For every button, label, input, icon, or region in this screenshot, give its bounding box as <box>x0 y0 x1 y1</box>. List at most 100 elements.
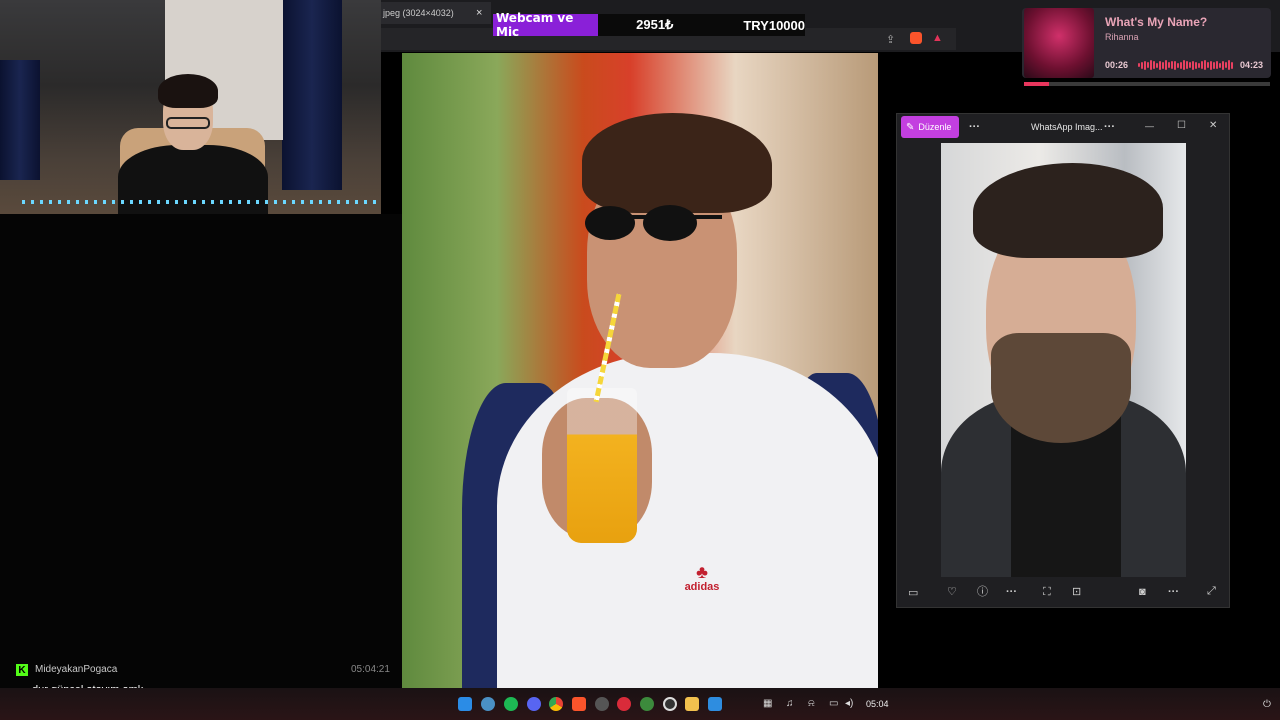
adidas-logo: ♣ adidas <box>684 562 720 593</box>
goal-current-amount: 2951₺ <box>636 17 674 32</box>
waveform-bar <box>1198 62 1200 68</box>
volume-icon[interactable]: ◂) <box>845 698 853 709</box>
spotify-icon[interactable] <box>504 697 518 711</box>
juice-glass <box>567 388 637 543</box>
expand-icon[interactable]: ⤢ <box>1207 586 1216 597</box>
waveform-bar <box>1165 60 1167 70</box>
more-icon[interactable]: ··· <box>1168 587 1179 598</box>
window-title: WhatsApp Imag... <box>1031 122 1103 132</box>
track-title: What's My Name? <box>1105 15 1208 29</box>
chrome-icon[interactable] <box>549 697 563 711</box>
waveform-bar <box>1210 60 1212 70</box>
brave-shield-icon[interactable] <box>910 32 922 44</box>
chat-username: MideyakanPogaca <box>35 664 118 675</box>
waveform-bar <box>1156 62 1158 68</box>
waveform-bar <box>1159 60 1161 70</box>
waveform-bar <box>1150 60 1152 70</box>
kick-icon: K <box>16 664 28 676</box>
photos-icon[interactable] <box>708 697 722 711</box>
chat-message: K MideyakanPogaca 05:04:21 dur güncel at… <box>0 656 402 696</box>
audio-waveform <box>1138 60 1234 70</box>
waveform-bar <box>1183 60 1185 70</box>
main-photo: ♣ adidas <box>402 53 878 689</box>
waveform-bar <box>1204 60 1206 70</box>
minimize-button[interactable]: — <box>1145 121 1154 131</box>
beard <box>991 333 1131 443</box>
tab-title: jpeg (3024×4032) <box>383 8 454 18</box>
track-duration: 04:23 <box>1240 60 1264 70</box>
waveform-bar <box>1162 61 1164 69</box>
maximize-button[interactable]: ☐ <box>1177 120 1186 131</box>
goal-label: Webcam ve Mic <box>493 11 599 39</box>
donation-goal-bar: Webcam ve Mic 2951₺ TRY10000 <box>493 11 805 39</box>
power-icon[interactable]: ⏻ <box>1263 699 1271 710</box>
album-art <box>1024 8 1094 78</box>
webcam-feed <box>0 0 381 214</box>
xbox-icon[interactable] <box>640 697 654 711</box>
close-button[interactable]: ✕ <box>1209 120 1217 131</box>
camera-icon[interactable]: ◙ <box>1139 587 1146 598</box>
track-progress-bar[interactable] <box>1024 82 1270 86</box>
waveform-bar <box>1189 62 1191 68</box>
waveform-bar <box>1180 61 1182 69</box>
more-icon[interactable]: ··· <box>1006 587 1017 598</box>
heart-icon[interactable]: ♡ <box>947 587 957 598</box>
discord-icon[interactable] <box>527 697 541 711</box>
waveform-bar <box>1174 60 1176 70</box>
browser-tab[interactable]: jpeg (3024×4032) <box>381 2 491 24</box>
waveform-bar <box>1201 61 1203 69</box>
streamer-hair <box>158 74 218 108</box>
photo-toolbar: ▭ ♡ ⓘ ··· ⛶ ⊡ ◙ ··· ⤢ <box>896 580 1230 606</box>
obs-icon[interactable] <box>663 697 677 711</box>
zoom-icon[interactable]: ⊡ <box>1072 587 1081 598</box>
title-more-button[interactable]: ··· <box>1104 121 1115 133</box>
waveform-bar <box>1144 60 1146 70</box>
led-strip <box>22 200 381 204</box>
waveform-bar <box>1168 62 1170 68</box>
waveform-bar <box>1231 61 1233 69</box>
more-options-button[interactable]: ··· <box>969 121 980 133</box>
waveform-bar <box>1186 61 1188 69</box>
copilot-icon[interactable] <box>481 697 495 711</box>
headphones-icon[interactable]: ♫ <box>786 698 794 709</box>
file-explorer-icon[interactable] <box>685 697 699 711</box>
settings-icon[interactable] <box>595 697 609 711</box>
red-app-icon[interactable] <box>617 697 631 711</box>
crop-icon[interactable]: ⛶ <box>1043 587 1051 598</box>
sunglasses <box>585 205 722 241</box>
edit-icon: ✎ <box>906 121 915 133</box>
waveform-bar <box>1153 61 1155 69</box>
curtain-right <box>282 0 342 190</box>
track-elapsed: 00:26 <box>1105 60 1129 70</box>
waveform-bar <box>1219 62 1221 68</box>
chat-timestamp: 05:04:21 <box>351 664 390 675</box>
share-icon[interactable]: ⇪ <box>886 33 895 46</box>
whatsapp-photo <box>941 143 1186 577</box>
brave-rewards-icon[interactable]: ▲ <box>932 32 943 44</box>
man-hair <box>582 113 772 213</box>
goal-target-amount: TRY10000 <box>743 17 805 33</box>
info-icon[interactable]: ⓘ <box>977 587 988 598</box>
waveform-bar <box>1147 62 1149 68</box>
waveform-bar <box>1192 60 1194 70</box>
waveform-bar <box>1177 62 1179 68</box>
film-strip-icon[interactable]: ▭ <box>908 588 918 599</box>
left-panel <box>0 214 402 688</box>
waveform-bar <box>1222 60 1224 70</box>
curtain-left <box>0 60 40 180</box>
waveform-bar <box>1195 61 1197 69</box>
tab-close-icon[interactable]: × <box>476 7 482 19</box>
notification-icon[interactable]: ⍾ <box>808 698 815 709</box>
waveform-bar <box>1207 62 1209 68</box>
brave-icon[interactable] <box>572 697 586 711</box>
edit-button[interactable]: ✎ Düzenle <box>901 116 959 138</box>
waveform-bar <box>1138 63 1140 67</box>
network-icon[interactable]: ▭ <box>829 698 838 709</box>
taskbar-clock[interactable]: 05:04 <box>866 699 889 709</box>
adidas-text: adidas <box>684 581 720 593</box>
windows-start-icon[interactable] <box>458 697 472 711</box>
waveform-bar <box>1216 61 1218 69</box>
waveform-bar <box>1225 62 1227 68</box>
track-artist: Rihanna <box>1105 32 1139 42</box>
widgets-icon[interactable]: ▦ <box>763 698 772 709</box>
